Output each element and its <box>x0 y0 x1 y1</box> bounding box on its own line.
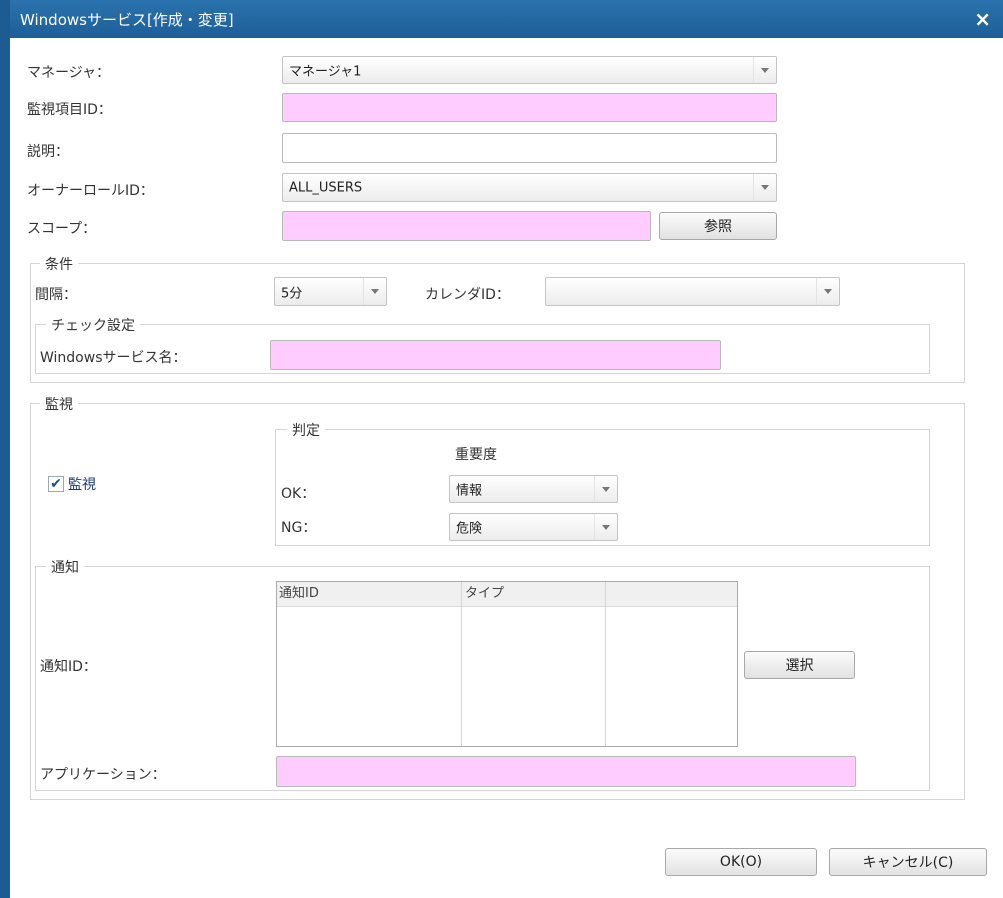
notify-table[interactable]: 通知ID タイプ <box>276 581 738 747</box>
ok-button[interactable]: OK(O) <box>665 848 817 876</box>
ng-label: NG： <box>281 520 317 536</box>
service-name-input[interactable] <box>270 340 721 370</box>
application-input[interactable] <box>276 756 856 787</box>
select-notify-button[interactable]: 選択 <box>744 651 855 679</box>
close-icon[interactable]: × <box>974 7 991 31</box>
ng-priority-select[interactable]: 危険 <box>449 513 618 541</box>
monitor-item-id-label: 監視項目ID： <box>27 102 112 118</box>
title-bar: Windowsサービス[作成・変更] × <box>10 0 1003 38</box>
notify-table-divider <box>605 582 606 746</box>
monitor-legend: 監視 <box>40 394 78 414</box>
interval-label: 間隔： <box>35 287 77 303</box>
chevron-down-icon <box>753 174 776 201</box>
description-input[interactable] <box>282 133 777 163</box>
monitor-item-id-input[interactable] <box>282 93 777 122</box>
dialog-title: Windowsサービス[作成・変更] <box>20 11 234 29</box>
chevron-down-icon <box>753 57 776 83</box>
ok-label: OK： <box>281 486 316 502</box>
window-left-border <box>0 0 10 898</box>
manager-label: マネージャ： <box>27 65 111 81</box>
notify-table-col-type[interactable]: タイプ <box>463 582 504 606</box>
chevron-down-icon <box>594 476 617 502</box>
monitor-checkbox-row[interactable]: ✔ 監視 <box>48 474 96 494</box>
condition-legend: 条件 <box>40 254 78 274</box>
notify-table-header <box>277 582 737 607</box>
notify-table-col-extra[interactable] <box>607 582 609 606</box>
ng-priority-value: 危険 <box>456 521 483 537</box>
manager-select[interactable]: マネージャ1 <box>282 56 777 84</box>
calendar-id-select[interactable] <box>545 277 840 306</box>
importance-header: 重要度 <box>455 447 497 463</box>
judgment-legend: 判定 <box>287 420 325 440</box>
notify-table-divider <box>461 582 462 746</box>
notify-legend: 通知 <box>46 557 84 577</box>
monitor-checkbox-label[interactable]: 監視 <box>68 474 96 494</box>
check-settings-legend: チェック設定 <box>46 315 140 335</box>
owner-role-select-value: ALL_USERS <box>289 180 363 195</box>
chevron-down-icon <box>816 278 839 305</box>
notify-table-col-id[interactable]: 通知ID <box>277 582 319 606</box>
chevron-down-icon <box>594 514 617 540</box>
interval-select[interactable]: 5分 <box>274 277 387 306</box>
calendar-id-label: カレンダID： <box>425 287 510 303</box>
manager-select-value: マネージャ1 <box>289 64 362 80</box>
interval-select-value: 5分 <box>281 286 303 301</box>
chevron-down-icon <box>363 278 386 305</box>
owner-role-select[interactable]: ALL_USERS <box>282 173 777 202</box>
scope-label: スコープ： <box>27 221 97 237</box>
notify-id-label: 通知ID： <box>40 659 97 675</box>
cancel-button[interactable]: キャンセル(C) <box>829 848 987 876</box>
ok-priority-value: 情報 <box>456 483 483 499</box>
service-name-label: Windowsサービス名： <box>40 350 187 366</box>
ok-priority-select[interactable]: 情報 <box>449 475 618 503</box>
owner-role-label: オーナーロールID： <box>27 183 154 199</box>
browse-button[interactable]: 参照 <box>659 212 777 240</box>
application-label: アプリケーション： <box>40 767 166 783</box>
checkmark-icon[interactable]: ✔ <box>48 476 64 492</box>
scope-input[interactable] <box>282 211 651 241</box>
description-label: 説明： <box>27 144 69 160</box>
